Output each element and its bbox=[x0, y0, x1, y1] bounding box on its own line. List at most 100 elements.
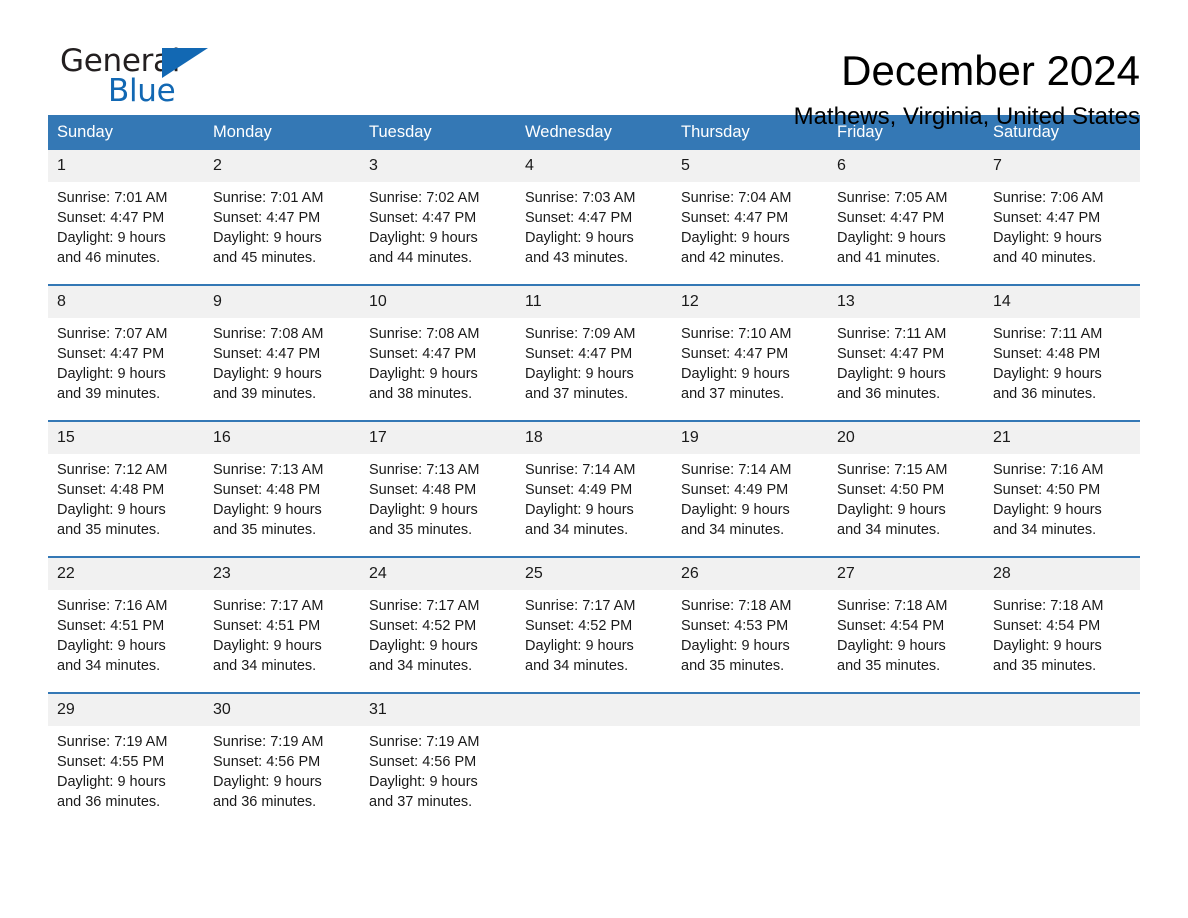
day-number: 7 bbox=[984, 150, 1140, 182]
daylight-text: Daylight: 9 hours and 37 minutes. bbox=[525, 366, 634, 402]
sunset-text: Sunset: 4:48 PM bbox=[993, 346, 1101, 362]
day-number: 26 bbox=[672, 558, 828, 590]
page-header: General Blue December 2024 Mathews, Virg… bbox=[48, 0, 1140, 130]
day-cell[interactable]: 25 Sunrise: 7:17 AM Sunset: 4:52 PM Dayligh… bbox=[516, 558, 672, 692]
page-title: December 2024 bbox=[841, 47, 1140, 94]
day-details: Sunrise: 7:14 AM Sunset: 4:49 PM Daylight:… bbox=[672, 454, 828, 540]
week-row: 29 Sunrise: 7:19 AM Sunset: 4:55 PM Dayligh… bbox=[48, 692, 1140, 828]
day-number: 12 bbox=[672, 286, 828, 318]
day-cell[interactable]: 10 Sunrise: 7:08 AM Sunset: 4:47 PM Dayligh… bbox=[360, 286, 516, 420]
day-cell[interactable]: 12 Sunrise: 7:10 AM Sunset: 4:47 PM Dayligh… bbox=[672, 286, 828, 420]
day-number: 22 bbox=[48, 558, 204, 590]
sunset-text: Sunset: 4:50 PM bbox=[837, 482, 945, 498]
weekday-sunday: Sunday bbox=[57, 123, 113, 141]
day-details: Sunrise: 7:17 AM Sunset: 4:52 PM Daylight:… bbox=[360, 590, 516, 676]
day-number: 27 bbox=[828, 558, 984, 590]
day-cell[interactable]: 30 Sunrise: 7:19 AM Sunset: 4:56 PM Dayligh… bbox=[204, 694, 360, 828]
day-cell-empty bbox=[516, 694, 672, 828]
day-cell[interactable]: 14 Sunrise: 7:11 AM Sunset: 4:48 PM Dayligh… bbox=[984, 286, 1140, 420]
daylight-text: Daylight: 9 hours and 34 minutes. bbox=[681, 502, 790, 538]
day-cell[interactable]: 18 Sunrise: 7:14 AM Sunset: 4:49 PM Dayligh… bbox=[516, 422, 672, 556]
sunrise-text: Sunrise: 7:15 AM bbox=[837, 462, 948, 478]
day-number: 24 bbox=[360, 558, 516, 590]
day-cell[interactable]: 13 Sunrise: 7:11 AM Sunset: 4:47 PM Dayligh… bbox=[828, 286, 984, 420]
day-cell[interactable]: 26 Sunrise: 7:18 AM Sunset: 4:53 PM Dayligh… bbox=[672, 558, 828, 692]
day-number: 15 bbox=[48, 422, 204, 454]
day-cell[interactable]: 19 Sunrise: 7:14 AM Sunset: 4:49 PM Dayligh… bbox=[672, 422, 828, 556]
day-cell[interactable]: 23 Sunrise: 7:17 AM Sunset: 4:51 PM Dayligh… bbox=[204, 558, 360, 692]
weekday-tuesday: Tuesday bbox=[369, 123, 432, 141]
week-row: 1 Sunrise: 7:01 AM Sunset: 4:47 PM Daylight… bbox=[48, 150, 1140, 284]
daylight-text: Daylight: 9 hours and 39 minutes. bbox=[213, 366, 322, 402]
day-cell[interactable]: 2 Sunrise: 7:01 AM Sunset: 4:47 PM Daylight… bbox=[204, 150, 360, 284]
day-number: 21 bbox=[984, 422, 1140, 454]
day-number bbox=[516, 694, 672, 726]
day-cell[interactable]: 17 Sunrise: 7:13 AM Sunset: 4:48 PM Dayligh… bbox=[360, 422, 516, 556]
sunset-text: Sunset: 4:54 PM bbox=[837, 618, 945, 634]
sunrise-text: Sunrise: 7:07 AM bbox=[57, 326, 168, 342]
day-number: 30 bbox=[204, 694, 360, 726]
day-cell[interactable]: 24 Sunrise: 7:17 AM Sunset: 4:52 PM Dayligh… bbox=[360, 558, 516, 692]
sunrise-text: Sunrise: 7:09 AM bbox=[525, 326, 636, 342]
day-cell[interactable]: 21 Sunrise: 7:16 AM Sunset: 4:50 PM Dayligh… bbox=[984, 422, 1140, 556]
day-number: 6 bbox=[828, 150, 984, 182]
day-details: Sunrise: 7:08 AM Sunset: 4:47 PM Daylight:… bbox=[360, 318, 516, 404]
day-number: 31 bbox=[360, 694, 516, 726]
daylight-text: Daylight: 9 hours and 34 minutes. bbox=[213, 638, 322, 674]
day-number: 20 bbox=[828, 422, 984, 454]
day-cell[interactable]: 20 Sunrise: 7:15 AM Sunset: 4:50 PM Dayligh… bbox=[828, 422, 984, 556]
weekday-monday: Monday bbox=[213, 123, 272, 141]
day-cell[interactable]: 16 Sunrise: 7:13 AM Sunset: 4:48 PM Dayligh… bbox=[204, 422, 360, 556]
day-number: 10 bbox=[360, 286, 516, 318]
logo-text-blue: Blue bbox=[108, 73, 176, 109]
day-cell[interactable]: 29 Sunrise: 7:19 AM Sunset: 4:55 PM Dayligh… bbox=[48, 694, 204, 828]
day-cell[interactable]: 1 Sunrise: 7:01 AM Sunset: 4:47 PM Daylight… bbox=[48, 150, 204, 284]
generalblue-logo[interactable]: General Blue bbox=[60, 44, 208, 108]
daylight-text: Daylight: 9 hours and 35 minutes. bbox=[57, 502, 166, 538]
day-details: Sunrise: 7:18 AM Sunset: 4:54 PM Daylight:… bbox=[828, 590, 984, 676]
sunrise-text: Sunrise: 7:01 AM bbox=[57, 190, 168, 206]
day-cell[interactable]: 6 Sunrise: 7:05 AM Sunset: 4:47 PM Daylight… bbox=[828, 150, 984, 284]
day-cell[interactable]: 27 Sunrise: 7:18 AM Sunset: 4:54 PM Dayligh… bbox=[828, 558, 984, 692]
week-row: 22 Sunrise: 7:16 AM Sunset: 4:51 PM Dayligh… bbox=[48, 556, 1140, 692]
week-row: 15 Sunrise: 7:12 AM Sunset: 4:48 PM Dayligh… bbox=[48, 420, 1140, 556]
sunset-text: Sunset: 4:47 PM bbox=[57, 210, 165, 226]
sunrise-text: Sunrise: 7:14 AM bbox=[525, 462, 636, 478]
sunrise-text: Sunrise: 7:17 AM bbox=[525, 598, 636, 614]
day-cell[interactable]: 5 Sunrise: 7:04 AM Sunset: 4:47 PM Daylight… bbox=[672, 150, 828, 284]
sunset-text: Sunset: 4:55 PM bbox=[57, 754, 165, 770]
day-details: Sunrise: 7:14 AM Sunset: 4:49 PM Daylight:… bbox=[516, 454, 672, 540]
sunset-text: Sunset: 4:47 PM bbox=[837, 346, 945, 362]
day-cell[interactable]: 4 Sunrise: 7:03 AM Sunset: 4:47 PM Daylight… bbox=[516, 150, 672, 284]
sunrise-text: Sunrise: 7:11 AM bbox=[993, 326, 1103, 342]
daylight-text: Daylight: 9 hours and 34 minutes. bbox=[837, 502, 946, 538]
day-details: Sunrise: 7:16 AM Sunset: 4:51 PM Daylight:… bbox=[48, 590, 204, 676]
day-cell[interactable]: 11 Sunrise: 7:09 AM Sunset: 4:47 PM Dayligh… bbox=[516, 286, 672, 420]
day-cell[interactable]: 9 Sunrise: 7:08 AM Sunset: 4:47 PM Daylight… bbox=[204, 286, 360, 420]
sunrise-text: Sunrise: 7:08 AM bbox=[369, 326, 480, 342]
day-number: 29 bbox=[48, 694, 204, 726]
sunset-text: Sunset: 4:48 PM bbox=[369, 482, 477, 498]
day-number: 1 bbox=[48, 150, 204, 182]
day-cell[interactable]: 7 Sunrise: 7:06 AM Sunset: 4:47 PM Daylight… bbox=[984, 150, 1140, 284]
sunrise-text: Sunrise: 7:16 AM bbox=[57, 598, 168, 614]
sunset-text: Sunset: 4:47 PM bbox=[57, 346, 165, 362]
sunrise-text: Sunrise: 7:18 AM bbox=[681, 598, 792, 614]
sunrise-text: Sunrise: 7:19 AM bbox=[57, 734, 168, 750]
day-cell[interactable]: 22 Sunrise: 7:16 AM Sunset: 4:51 PM Dayligh… bbox=[48, 558, 204, 692]
daylight-text: Daylight: 9 hours and 34 minutes. bbox=[369, 638, 478, 674]
sunset-text: Sunset: 4:52 PM bbox=[525, 618, 633, 634]
day-cell[interactable]: 3 Sunrise: 7:02 AM Sunset: 4:47 PM Daylight… bbox=[360, 150, 516, 284]
sunrise-text: Sunrise: 7:16 AM bbox=[993, 462, 1104, 478]
day-details: Sunrise: 7:17 AM Sunset: 4:51 PM Daylight:… bbox=[204, 590, 360, 676]
sunset-text: Sunset: 4:51 PM bbox=[57, 618, 165, 634]
day-cell[interactable]: 28 Sunrise: 7:18 AM Sunset: 4:54 PM Dayligh… bbox=[984, 558, 1140, 692]
day-details: Sunrise: 7:08 AM Sunset: 4:47 PM Daylight:… bbox=[204, 318, 360, 404]
sunrise-text: Sunrise: 7:03 AM bbox=[525, 190, 636, 206]
day-cell[interactable]: 8 Sunrise: 7:07 AM Sunset: 4:47 PM Daylight… bbox=[48, 286, 204, 420]
day-cell[interactable]: 15 Sunrise: 7:12 AM Sunset: 4:48 PM Dayligh… bbox=[48, 422, 204, 556]
sunset-text: Sunset: 4:51 PM bbox=[213, 618, 321, 634]
sunset-text: Sunset: 4:54 PM bbox=[993, 618, 1101, 634]
daylight-text: Daylight: 9 hours and 46 minutes. bbox=[57, 230, 166, 266]
day-cell[interactable]: 31 Sunrise: 7:19 AM Sunset: 4:56 PM Dayligh… bbox=[360, 694, 516, 828]
